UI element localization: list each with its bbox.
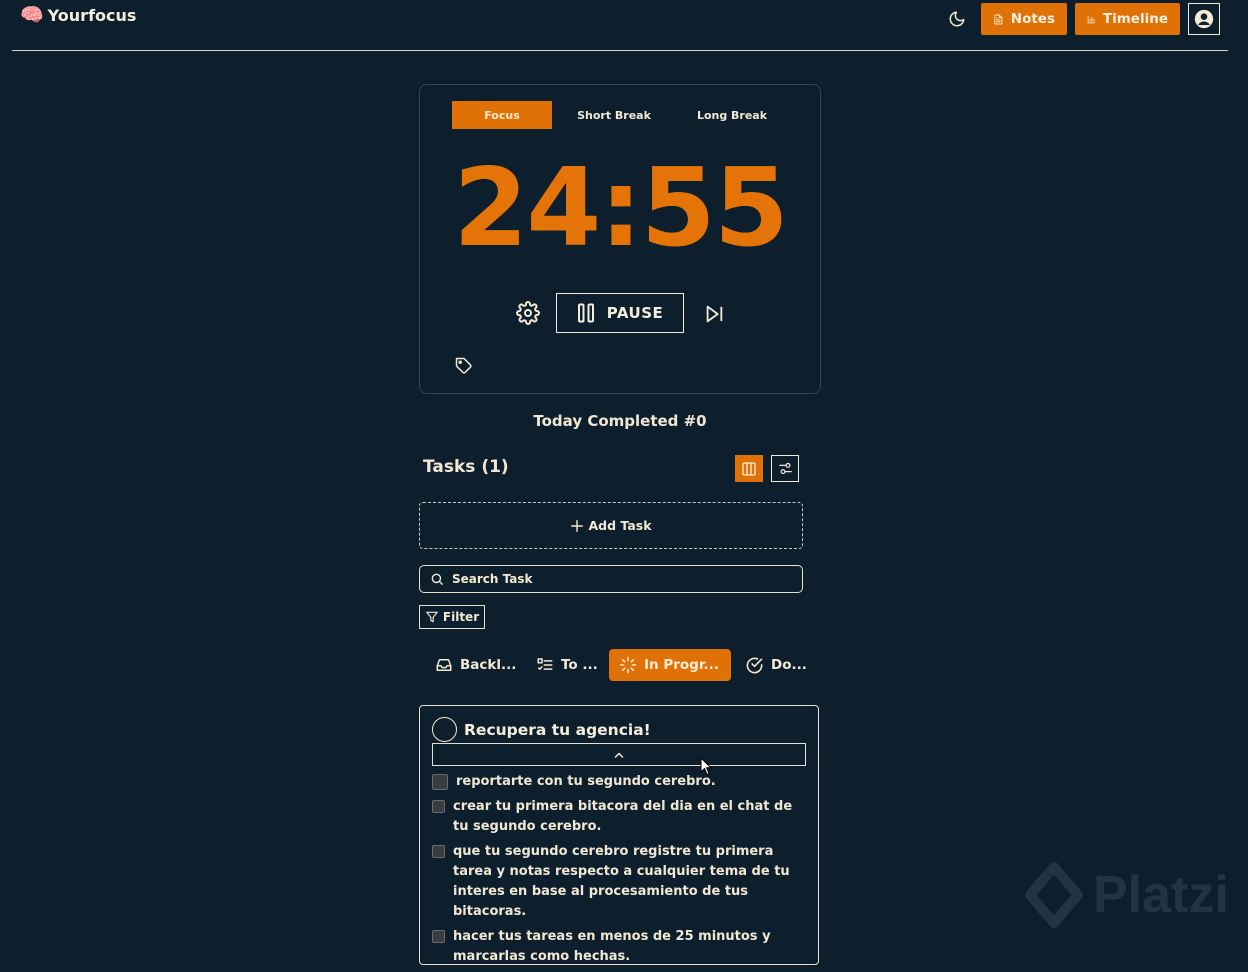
tab-long-break[interactable]: Long Break	[682, 101, 782, 129]
status-tab-backlog[interactable]: Backl...	[425, 649, 526, 681]
profile-button[interactable]	[1188, 3, 1220, 35]
check-circle-icon	[746, 657, 763, 673]
timer-display: 24:55	[453, 146, 789, 271]
subtask-checkbox[interactable]	[432, 774, 448, 790]
list-check-icon	[537, 658, 553, 671]
subtask-item: crear tu primera bitacora del dia en el …	[432, 797, 804, 837]
task-card: Recupera tu agencia! reportarte con tu s…	[419, 705, 819, 965]
subtask-checkbox[interactable]	[432, 800, 445, 813]
platzi-watermark: Platzi	[1025, 862, 1229, 928]
subtask-checkbox[interactable]	[432, 845, 445, 858]
timeline-label: Timeline	[1102, 11, 1168, 27]
add-task-label: Add Task	[588, 518, 652, 533]
watermark-text: Platzi	[1093, 866, 1229, 924]
pause-button[interactable]: PAUSE	[556, 293, 684, 333]
board-view-button[interactable]	[735, 455, 763, 482]
task-title[interactable]: Recupera tu agencia!	[464, 721, 651, 739]
status-tab-in-progress[interactable]: In Progr...	[609, 649, 731, 681]
skip-button[interactable]	[703, 303, 725, 325]
notes-button[interactable]: Notes	[981, 3, 1067, 35]
chevron-up-icon	[614, 752, 624, 758]
subtask-item: hacer tus tareas en menos de 25 minutos …	[432, 927, 804, 967]
user-circle-icon	[1194, 9, 1214, 29]
filter-button[interactable]: Filter	[419, 605, 485, 629]
tasks-title: Tasks (1)	[423, 457, 509, 477]
status-tab-todo[interactable]: To ...	[526, 649, 608, 681]
subtask-text: crear tu primera bitacora del dia en el …	[453, 799, 793, 834]
brain-icon: 🧠	[20, 4, 44, 26]
mouse-cursor-icon	[700, 756, 713, 780]
skip-forward-icon	[706, 305, 723, 323]
brand[interactable]: 🧠 Yourfocus	[20, 4, 136, 26]
pause-icon	[577, 303, 594, 323]
notes-label: Notes	[1010, 11, 1055, 27]
header-divider	[12, 50, 1228, 51]
moon-icon	[949, 11, 965, 27]
gear-icon	[516, 301, 540, 325]
timer-card: Focus Short Break Long Break 24:55 PAUSE	[419, 84, 821, 394]
document-icon	[994, 14, 1003, 24]
theme-toggle-button[interactable]	[945, 8, 969, 30]
loader-icon	[619, 656, 637, 674]
status-tab-label: Backl...	[460, 657, 517, 673]
search-icon	[431, 573, 443, 585]
tab-short-break[interactable]: Short Break	[564, 101, 664, 129]
brand-name: Yourfocus	[47, 5, 137, 25]
tag-button[interactable]	[455, 357, 473, 375]
platzi-logo-icon	[1025, 862, 1083, 928]
collapse-subtasks-button[interactable]	[432, 743, 806, 766]
timer-settings-button[interactable]	[516, 301, 540, 325]
subtask-text: hacer tus tareas en menos de 25 minutos …	[453, 929, 771, 964]
subtask-item: reportarte con tu segundo cerebro.	[432, 772, 804, 792]
status-tab-label: To ...	[561, 657, 598, 673]
timeline-button[interactable]: Timeline	[1075, 3, 1180, 35]
subtask-checkbox[interactable]	[432, 930, 445, 943]
status-tab-label: In Progr...	[644, 657, 719, 673]
sliders-icon	[778, 462, 792, 475]
subtask-list: reportarte con tu segundo cerebro. crear…	[432, 772, 804, 972]
search-task-input[interactable]	[450, 571, 780, 587]
subtask-text: que tu segundo cerebro registre tu prime…	[453, 844, 790, 919]
tab-focus[interactable]: Focus	[452, 101, 552, 129]
inbox-icon	[436, 659, 452, 671]
bar-chart-icon	[1087, 15, 1096, 23]
status-tab-done[interactable]: Do...	[735, 649, 817, 681]
filter-label: Filter	[442, 610, 480, 624]
task-complete-toggle[interactable]	[432, 717, 457, 742]
view-settings-button[interactable]	[771, 455, 799, 482]
filter-icon	[426, 611, 438, 623]
status-tab-label: Do...	[771, 657, 807, 673]
pause-label: PAUSE	[606, 304, 664, 322]
subtask-text: reportarte con tu segundo cerebro.	[456, 774, 716, 789]
add-task-button[interactable]: Add Task	[419, 502, 803, 549]
plus-icon	[571, 519, 584, 532]
today-completed: Today Completed #0	[533, 412, 707, 430]
tag-icon	[455, 357, 472, 374]
search-task-field[interactable]	[419, 565, 803, 593]
subtask-item: que tu segundo cerebro registre tu prime…	[432, 842, 804, 922]
columns-icon	[742, 461, 756, 476]
app-header: 🧠 Yourfocus Notes Timeline	[0, 0, 1248, 52]
